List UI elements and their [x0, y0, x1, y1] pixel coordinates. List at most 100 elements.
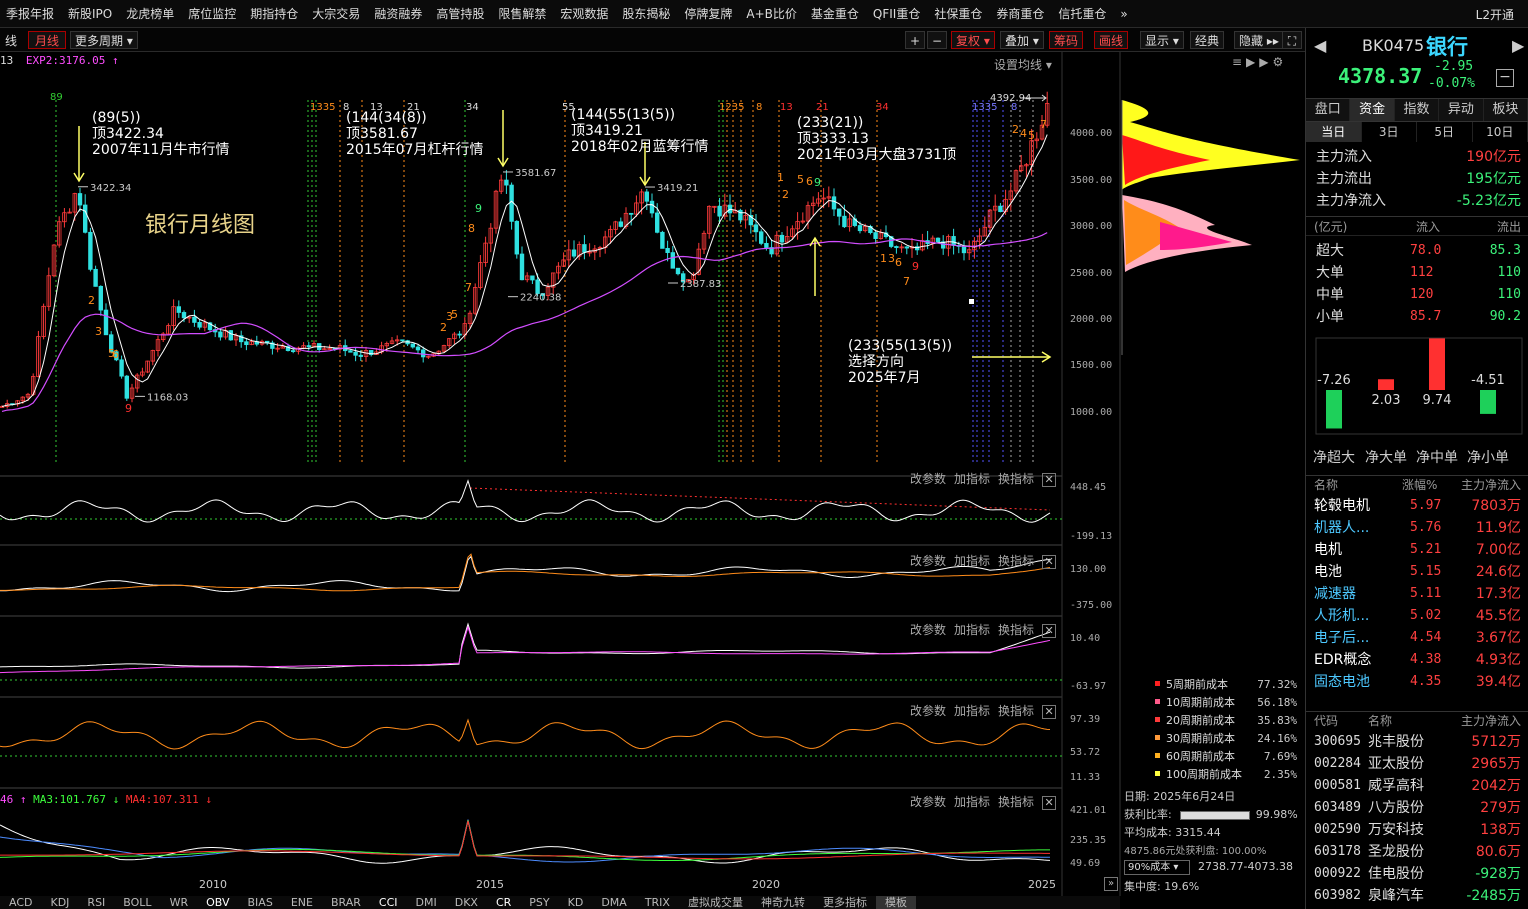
indicator-tab[interactable]: ENE: [282, 896, 322, 909]
candle-body: [181, 312, 187, 319]
indicator-tab[interactable]: BOLL: [114, 896, 160, 909]
right-tab[interactable]: 异动: [1439, 99, 1484, 121]
candle-body: [83, 204, 88, 233]
right-tab[interactable]: 指数: [1395, 99, 1440, 121]
candle-body: [644, 191, 649, 202]
sector-row[interactable]: 电池 5.15 24.6亿: [1306, 561, 1528, 583]
indicator-tab[interactable]: DMI: [407, 896, 446, 909]
period-tab[interactable]: 当日: [1306, 122, 1362, 142]
close-icon[interactable]: ✕: [1042, 624, 1057, 638]
price-axis-label: 1000.00: [1070, 407, 1113, 418]
sub-axis-label: -375.00: [1070, 600, 1113, 611]
sector-row[interactable]: 人形机... 5.02 45.5亿: [1306, 605, 1528, 627]
board-code: BK0475: [1362, 36, 1425, 55]
indicator-tab[interactable]: 更多指标: [814, 896, 876, 909]
stock-row[interactable]: 002284 亚太股份 2965万: [1306, 753, 1528, 775]
indicator-tab[interactable]: BRAR: [322, 896, 370, 909]
stock-row[interactable]: 603178 圣龙股份 80.6万: [1306, 841, 1528, 863]
sub-panel-link[interactable]: 改参数: [910, 554, 946, 568]
flow-header-out: 流出: [1496, 220, 1521, 234]
stock-row[interactable]: 000581 威孚高科 2042万: [1306, 775, 1528, 797]
sub-panel-link[interactable]: 换指标: [998, 623, 1034, 637]
sub-panel-link[interactable]: 换指标: [998, 472, 1034, 486]
indicator-tab[interactable]: CCI: [370, 896, 407, 909]
sub-axis-label: 130.00: [1070, 564, 1107, 575]
close-icon[interactable]: ✕: [1042, 473, 1057, 487]
flow-table-row: 小单 85.7 90.2: [1306, 306, 1528, 328]
candle-body: [93, 268, 98, 287]
sub-panel-link[interactable]: 换指标: [998, 795, 1034, 809]
stock-row[interactable]: 002590 万安科技 138万: [1306, 819, 1528, 841]
indicator-tab[interactable]: DMA: [592, 896, 636, 909]
flow-out-value: 110: [1497, 287, 1521, 302]
right-tab[interactable]: 资金: [1350, 99, 1395, 121]
flow-header-in: 流入: [1416, 220, 1441, 234]
stock-row[interactable]: 300695 兆丰股份 5712万: [1306, 731, 1528, 753]
indicator-tab[interactable]: CR: [487, 896, 520, 909]
stock-code: 603489: [1314, 800, 1361, 815]
cost-row-label: 30周期前成本: [1166, 732, 1235, 745]
stock-row[interactable]: 603982 泉峰汽车 -2485万: [1306, 885, 1528, 907]
indicator-tab[interactable]: 模板: [875, 896, 916, 909]
sector-row[interactable]: 电机 5.21 7.00亿: [1306, 539, 1528, 561]
sector-row[interactable]: 减速器 5.11 17.3亿: [1306, 583, 1528, 605]
stock-row[interactable]: 000922 佳电股份 -928万: [1306, 863, 1528, 885]
candle-body: [98, 285, 103, 311]
close-icon[interactable]: ✕: [1042, 796, 1057, 810]
stock-code: 002590: [1314, 822, 1361, 837]
sector-row[interactable]: EDR概念 4.38 4.93亿: [1306, 649, 1528, 671]
flow-table-row: 大单 112 110: [1306, 262, 1528, 284]
indicator-tab[interactable]: KDJ: [41, 896, 78, 909]
count-label: 6: [806, 175, 813, 188]
sector-row[interactable]: 固态电池 4.35 39.4亿: [1306, 671, 1528, 693]
indicator-tab[interactable]: KD: [559, 896, 593, 909]
l2-open-link[interactable]: L2开通: [1476, 6, 1514, 23]
sub-panel-link[interactable]: 换指标: [998, 704, 1034, 718]
sub1-line: [0, 479, 1051, 523]
indicator-tab[interactable]: 虚拟成交量: [679, 896, 752, 909]
indicator-tab[interactable]: BIAS: [239, 896, 282, 909]
sector-row[interactable]: 电子后... 4.54 3.67亿: [1306, 627, 1528, 649]
close-icon[interactable]: ✕: [1042, 555, 1057, 569]
period-tab[interactable]: 10日: [1473, 122, 1528, 142]
candle-body: [764, 242, 769, 248]
minus-box-icon[interactable]: −: [1496, 69, 1514, 87]
indicator-tab[interactable]: TRIX: [636, 896, 679, 909]
sub-panel-link[interactable]: 加指标: [954, 795, 990, 809]
stock-terminal: 季报年报 新股IPO 龙虎榜单 席位监控 期指持仓 大宗交易 融资融券 高管持股 限售解禁 宏观数…: [0, 0, 1528, 909]
indicator-tab[interactable]: 神奇九转: [752, 896, 814, 909]
cost-range-select[interactable]: 90%成本 ▾: [1124, 860, 1190, 875]
prev-icon[interactable]: ◀: [1314, 36, 1326, 55]
sub-panel-link[interactable]: 加指标: [954, 472, 990, 486]
sub-panel-link[interactable]: 换指标: [998, 554, 1034, 568]
next-icon[interactable]: ▶: [1512, 36, 1524, 55]
right-tab[interactable]: 板块: [1484, 99, 1528, 121]
period-tab[interactable]: 3日: [1362, 122, 1417, 142]
cycle-number: 34: [876, 102, 889, 113]
sub-panel-link[interactable]: 改参数: [910, 795, 946, 809]
indicator-tab[interactable]: OBV: [197, 896, 238, 909]
indicator-tab[interactable]: PSY: [520, 896, 558, 909]
indicator-tab[interactable]: WR: [161, 896, 198, 909]
flow-value: -5.23亿元: [1456, 193, 1521, 209]
indicator-tab[interactable]: ACD: [0, 896, 41, 909]
period-tab[interactable]: 5日: [1417, 122, 1473, 142]
sub-panel-link[interactable]: 加指标: [954, 704, 990, 718]
annotation-line: 顶3422.34: [92, 126, 164, 142]
stock-row[interactable]: 603489 八方股份 279万: [1306, 797, 1528, 819]
sector-row[interactable]: 轮毂电机 5.97 7803万: [1306, 495, 1528, 517]
sub-panel-link[interactable]: 加指标: [954, 554, 990, 568]
sub-panel-link[interactable]: 改参数: [910, 704, 946, 718]
sector-row[interactable]: 机器人... 5.76 11.9亿: [1306, 517, 1528, 539]
candle-body: [779, 234, 785, 243]
right-period-tabs: 当日 3日 5日 10日: [1306, 122, 1528, 142]
indicator-tab[interactable]: DKX: [446, 896, 487, 909]
close-icon[interactable]: ✕: [1042, 705, 1057, 719]
sub-panel-link[interactable]: 改参数: [910, 472, 946, 486]
scroll-right-icon[interactable]: »: [1104, 877, 1118, 891]
right-tab[interactable]: 盘口: [1306, 99, 1351, 121]
sub-panel-link[interactable]: 加指标: [954, 623, 990, 637]
indicator-tab[interactable]: RSI: [78, 896, 114, 909]
sub-panel-link[interactable]: 改参数: [910, 623, 946, 637]
cost-date: 日期: 2025年6月24日: [1124, 790, 1236, 803]
